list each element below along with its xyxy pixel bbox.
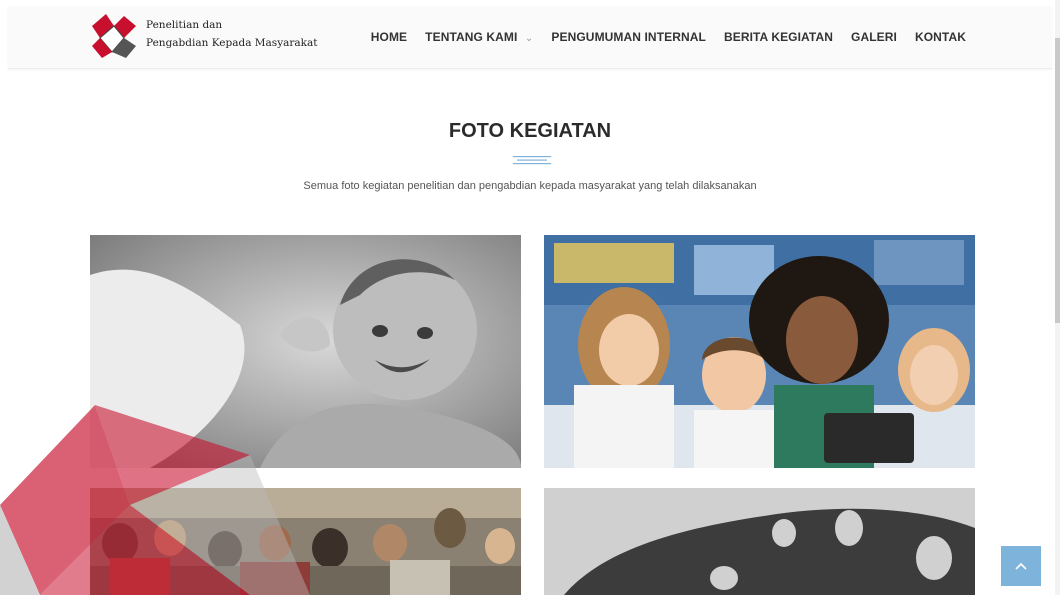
nav-home[interactable]: HOME <box>371 30 407 44</box>
main-nav: HOME TENTANG KAMI ⌄ PENGUMUMAN INTERNAL … <box>371 6 966 68</box>
site-header: Penelitian dan Pengabdian Kepada Masyara… <box>8 6 1052 69</box>
nav-berita-kegiatan[interactable]: BERITA KEGIATAN <box>724 30 833 44</box>
page-scrollbar[interactable] <box>1055 0 1060 595</box>
gallery-photo-abstract[interactable] <box>544 488 975 595</box>
nav-tentang-kami-label: TENTANG KAMI <box>425 30 518 44</box>
gallery-photo-classroom[interactable] <box>544 235 975 468</box>
brand-name[interactable]: Penelitian dan Pengabdian Kepada Masyara… <box>146 16 318 52</box>
section-title: FOTO KEGIATAN <box>448 120 612 142</box>
scrollbar-thumb[interactable] <box>1055 38 1060 323</box>
nav-kontak[interactable]: KONTAK <box>915 30 966 44</box>
nav-pengumuman-internal[interactable]: PENGUMUMAN INTERNAL <box>551 30 706 44</box>
back-to-top-button[interactable] <box>1001 546 1041 586</box>
brand-line-2: Pengabdian Kepada Masyarakat <box>146 37 318 49</box>
title-underline <box>513 156 551 165</box>
nav-galeri[interactable]: GALERI <box>851 30 897 44</box>
logo-icon[interactable] <box>90 12 138 60</box>
section-subtitle: Semua foto kegiatan penelitian dan penga… <box>303 180 757 192</box>
chevron-up-icon <box>1015 562 1027 570</box>
chevron-down-icon: ⌄ <box>524 33 534 44</box>
gallery-photo-meeting[interactable] <box>90 488 521 595</box>
brand-line-1: Penelitian dan <box>146 19 223 31</box>
gallery-photo-baby[interactable] <box>90 235 521 468</box>
nav-tentang-kami[interactable]: TENTANG KAMI ⌄ <box>425 30 533 44</box>
